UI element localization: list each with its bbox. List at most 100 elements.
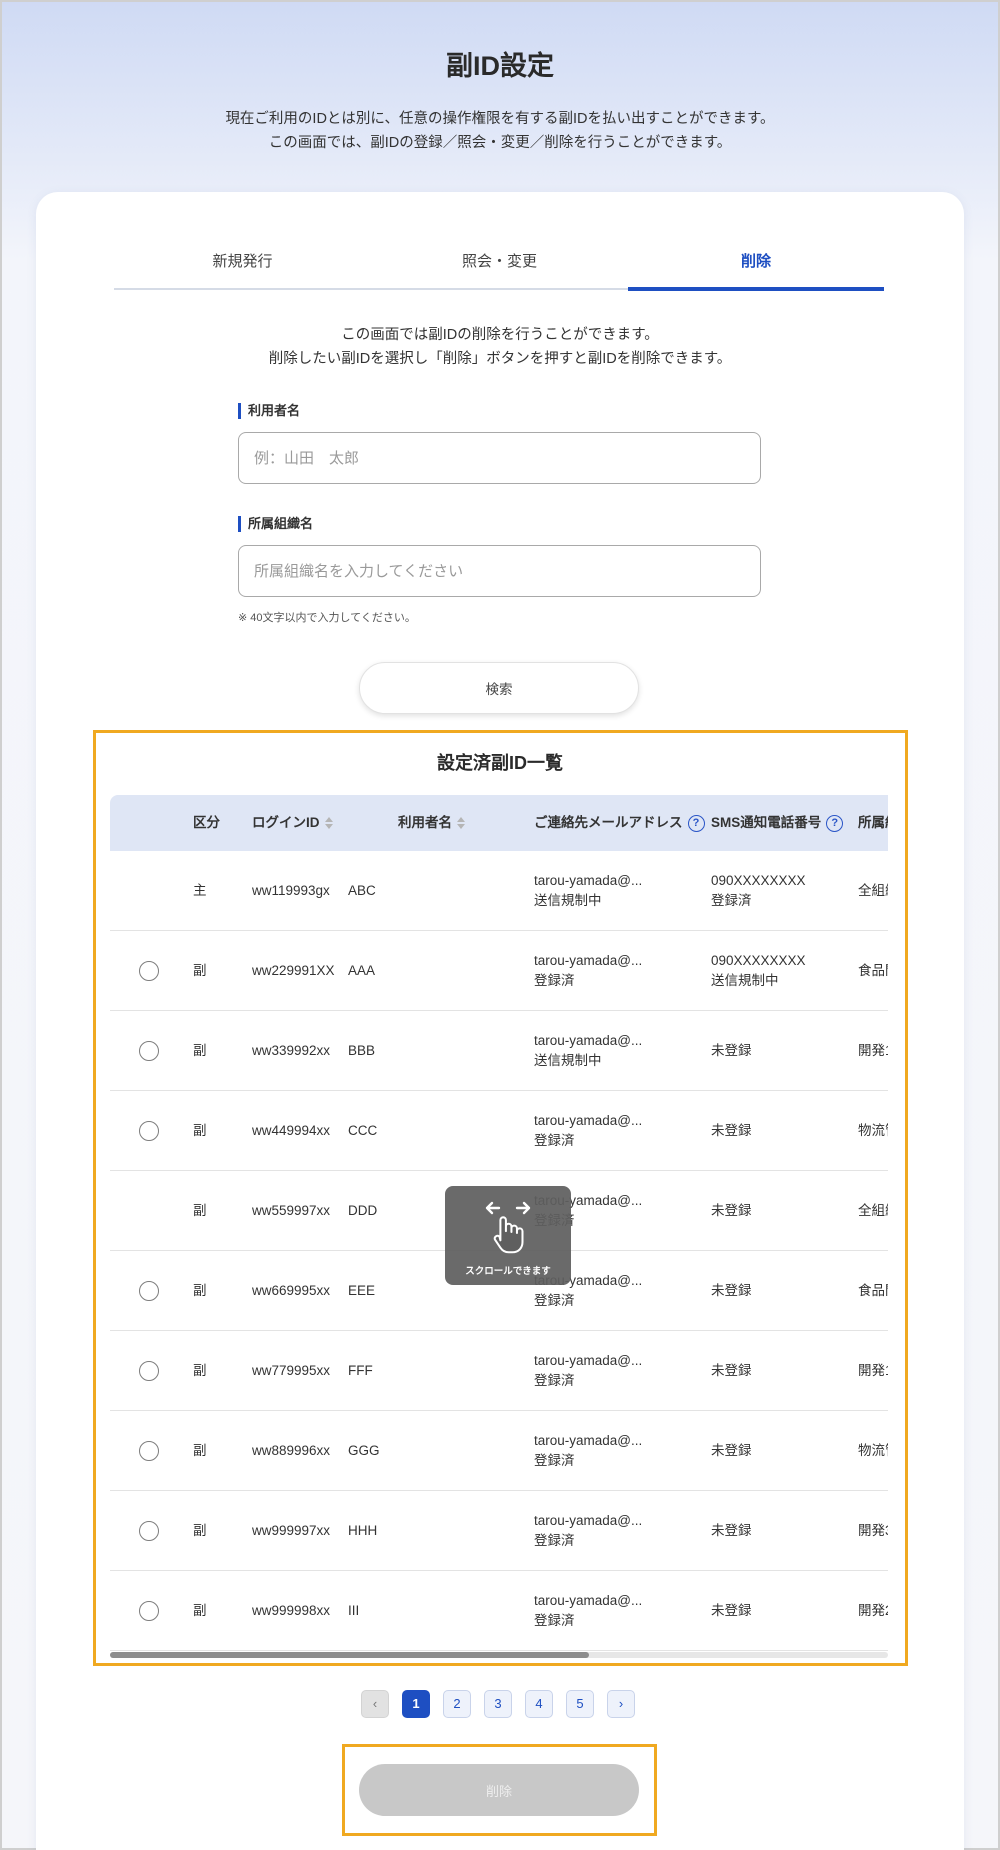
cell-sms: 未登録	[711, 1523, 752, 1538]
cell-organization: 食品開	[858, 1283, 888, 1298]
cell-kubun: 副	[193, 1283, 207, 1298]
column-header-sms: SMS通知電話番号?	[711, 795, 844, 851]
cell-email: tarou-yamada@... 送信規制中	[534, 1033, 643, 1068]
cell-sms: 未登録	[711, 1363, 752, 1378]
cell-user-name: III	[348, 1603, 360, 1618]
tab-new-issue[interactable]: 新規発行	[114, 248, 371, 290]
cell-user-name: DDD	[348, 1203, 378, 1218]
cell-user-name: HHH	[348, 1523, 378, 1538]
table-row[interactable]: 副 ww229991XX AAA tarou-yamada@... 登録済 090XXXX…	[110, 931, 888, 1011]
column-header-organization: 所属組	[858, 815, 888, 830]
pagination-page-2[interactable]: 2	[443, 1690, 471, 1718]
cell-login-id: ww779995xx	[252, 1363, 331, 1378]
column-header-user-name[interactable]: 利用者名	[398, 795, 465, 851]
cell-login-id: ww339992xx	[252, 1043, 331, 1058]
section-description-line: 削除したい副IDを選択し「削除」ボタンを押すと副IDを削除できます。	[268, 351, 732, 367]
cell-email: tarou-yamada@... 送信規制中	[534, 873, 643, 908]
cell-login-id: ww889996xx	[252, 1443, 331, 1458]
cell-user-name: FFF	[348, 1363, 373, 1378]
table-row[interactable]: 副 ww999997xx HHH tarou-yamada@...登録済 未登録 開発3	[110, 1491, 888, 1571]
cell-organization: 食品開	[858, 963, 888, 978]
pagination-next[interactable]: ›	[607, 1690, 635, 1718]
cell-email: tarou-yamada@...登録済	[534, 1433, 643, 1468]
table-row[interactable]: 副 ww889996xx GGG tarou-yamada@...登録済 未登録 物流管	[110, 1411, 888, 1491]
cell-sms: 未登録	[711, 1043, 752, 1058]
row-select-radio[interactable]	[139, 961, 159, 981]
cell-user-name: CCC	[348, 1123, 378, 1138]
scroll-hint-overlay: スクロールできます	[445, 1186, 571, 1285]
column-header-email: ご連絡先メールアドレス?	[534, 795, 705, 851]
pagination-page-3[interactable]: 3	[484, 1690, 512, 1718]
table-row[interactable]: 副 ww999998xx III tarou-yamada@...登録済 未登録 開発2	[110, 1571, 888, 1651]
tab-inquiry-change[interactable]: 照会・変更	[371, 248, 628, 290]
cell-organization: 全組織	[858, 883, 888, 898]
cell-login-id: ww449994xx	[252, 1123, 331, 1138]
table-row: 主 ww119993gx ABC tarou-yamada@... 送信規制中 090XX…	[110, 851, 888, 931]
cell-kubun: 副	[193, 963, 207, 978]
table-row[interactable]: 副 ww449994xx CCC tarou-yamada@...登録済 未登録 物流管	[110, 1091, 888, 1171]
page-description-line: 現在ご利用のIDとは別に、任意の操作権限を有する副IDを払い出すことができます。	[225, 111, 775, 127]
cell-kubun: 副	[193, 1523, 207, 1538]
cell-user-name: EEE	[348, 1283, 376, 1298]
cell-login-id: ww229991XX	[252, 963, 335, 978]
cell-organization: 開発2	[858, 1603, 888, 1618]
section-description-line: この画面では副IDの削除を行うことができます。	[341, 327, 659, 343]
cell-organization: 物流管	[858, 1443, 888, 1458]
sort-icon[interactable]	[324, 817, 333, 830]
row-select-radio[interactable]	[139, 1521, 159, 1541]
table-row[interactable]: 副 ww779995xx FFF tarou-yamada@...登録済 未登録 開発1	[110, 1331, 888, 1411]
tab-delete[interactable]: 削除	[628, 248, 884, 291]
cell-login-id: ww559997xx	[252, 1203, 331, 1218]
cell-login-id: ww669995xx	[252, 1283, 331, 1298]
cell-kubun: 副	[193, 1203, 207, 1218]
cell-user-name: GGG	[348, 1443, 380, 1458]
cell-email: tarou-yamada@...登録済	[534, 953, 643, 988]
swipe-hand-icon	[485, 1201, 531, 1254]
cell-login-id: ww999997xx	[252, 1523, 331, 1538]
cell-email: tarou-yamada@...登録済	[534, 1513, 643, 1548]
pagination-prev[interactable]: ‹	[361, 1690, 389, 1718]
row-select-radio[interactable]	[139, 1121, 159, 1141]
help-icon[interactable]: ?	[687, 814, 705, 832]
row-select-radio[interactable]	[139, 1361, 159, 1381]
cell-sms: 未登録	[711, 1123, 752, 1138]
page-description: 現在ご利用のIDとは別に、任意の操作権限を有する副IDを払い出すことができます。…	[0, 107, 1000, 155]
row-select-radio[interactable]	[139, 1281, 159, 1301]
list-title: 設定済副ID一覧	[437, 753, 563, 773]
scroll-hint-text: スクロールできます	[465, 1266, 551, 1277]
scrollbar-thumb[interactable]	[110, 1652, 589, 1658]
pagination-page-4[interactable]: 4	[525, 1690, 553, 1718]
cell-kubun: 主	[193, 883, 207, 898]
page-description-line: この画面では、副IDの登録／照会・変更／削除を行うことができます。	[268, 135, 732, 151]
cell-organization: 開発1	[858, 1363, 888, 1378]
cell-organization: 開発1	[858, 1043, 888, 1058]
organization-input[interactable]	[238, 545, 761, 597]
help-icon[interactable]: ?	[826, 814, 844, 832]
row-select-radio[interactable]	[139, 1441, 159, 1461]
pagination-page-1[interactable]: 1	[402, 1690, 430, 1718]
cell-sms: 090XXXXXXXX 登録済	[711, 873, 806, 908]
pagination-page-5[interactable]: 5	[566, 1690, 594, 1718]
user-name-input[interactable]	[238, 432, 761, 484]
search-button[interactable]: 検索	[359, 662, 639, 714]
row-select-radio[interactable]	[139, 1601, 159, 1621]
sort-icon[interactable]	[457, 817, 465, 830]
delete-button[interactable]: 削除	[359, 1764, 639, 1816]
row-select-radio[interactable]	[139, 1041, 159, 1061]
cell-sms: 未登録	[711, 1283, 752, 1298]
cell-user-name: BBB	[348, 1043, 376, 1058]
section-description: この画面では副IDの削除を行うことができます。 削除したい副IDを選択し「削除」…	[0, 323, 1000, 371]
cell-sms: 未登録	[711, 1443, 752, 1458]
horizontal-scrollbar[interactable]	[110, 1652, 888, 1658]
cell-kubun: 副	[193, 1363, 207, 1378]
cell-organization: 全組織	[858, 1203, 888, 1218]
cell-email: tarou-yamada@...登録済	[534, 1593, 643, 1628]
table-row[interactable]: 副 ww339992xx BBB tarou-yamada@... 送信規制中 未登録 開発…	[110, 1011, 888, 1091]
table-header: 区分 ログインID 利用者名 ご連絡先メールアドレス? SMS通知電話番号? 所…	[110, 795, 888, 851]
organization-label: 所属組織名	[238, 516, 313, 532]
cell-organization: 開発3	[858, 1523, 888, 1538]
user-name-label: 利用者名	[238, 403, 300, 419]
cell-organization: 物流管	[858, 1123, 888, 1138]
column-header-login-id[interactable]: ログインID	[252, 795, 333, 851]
tab-bar: 新規発行 照会・変更 削除	[114, 248, 884, 291]
